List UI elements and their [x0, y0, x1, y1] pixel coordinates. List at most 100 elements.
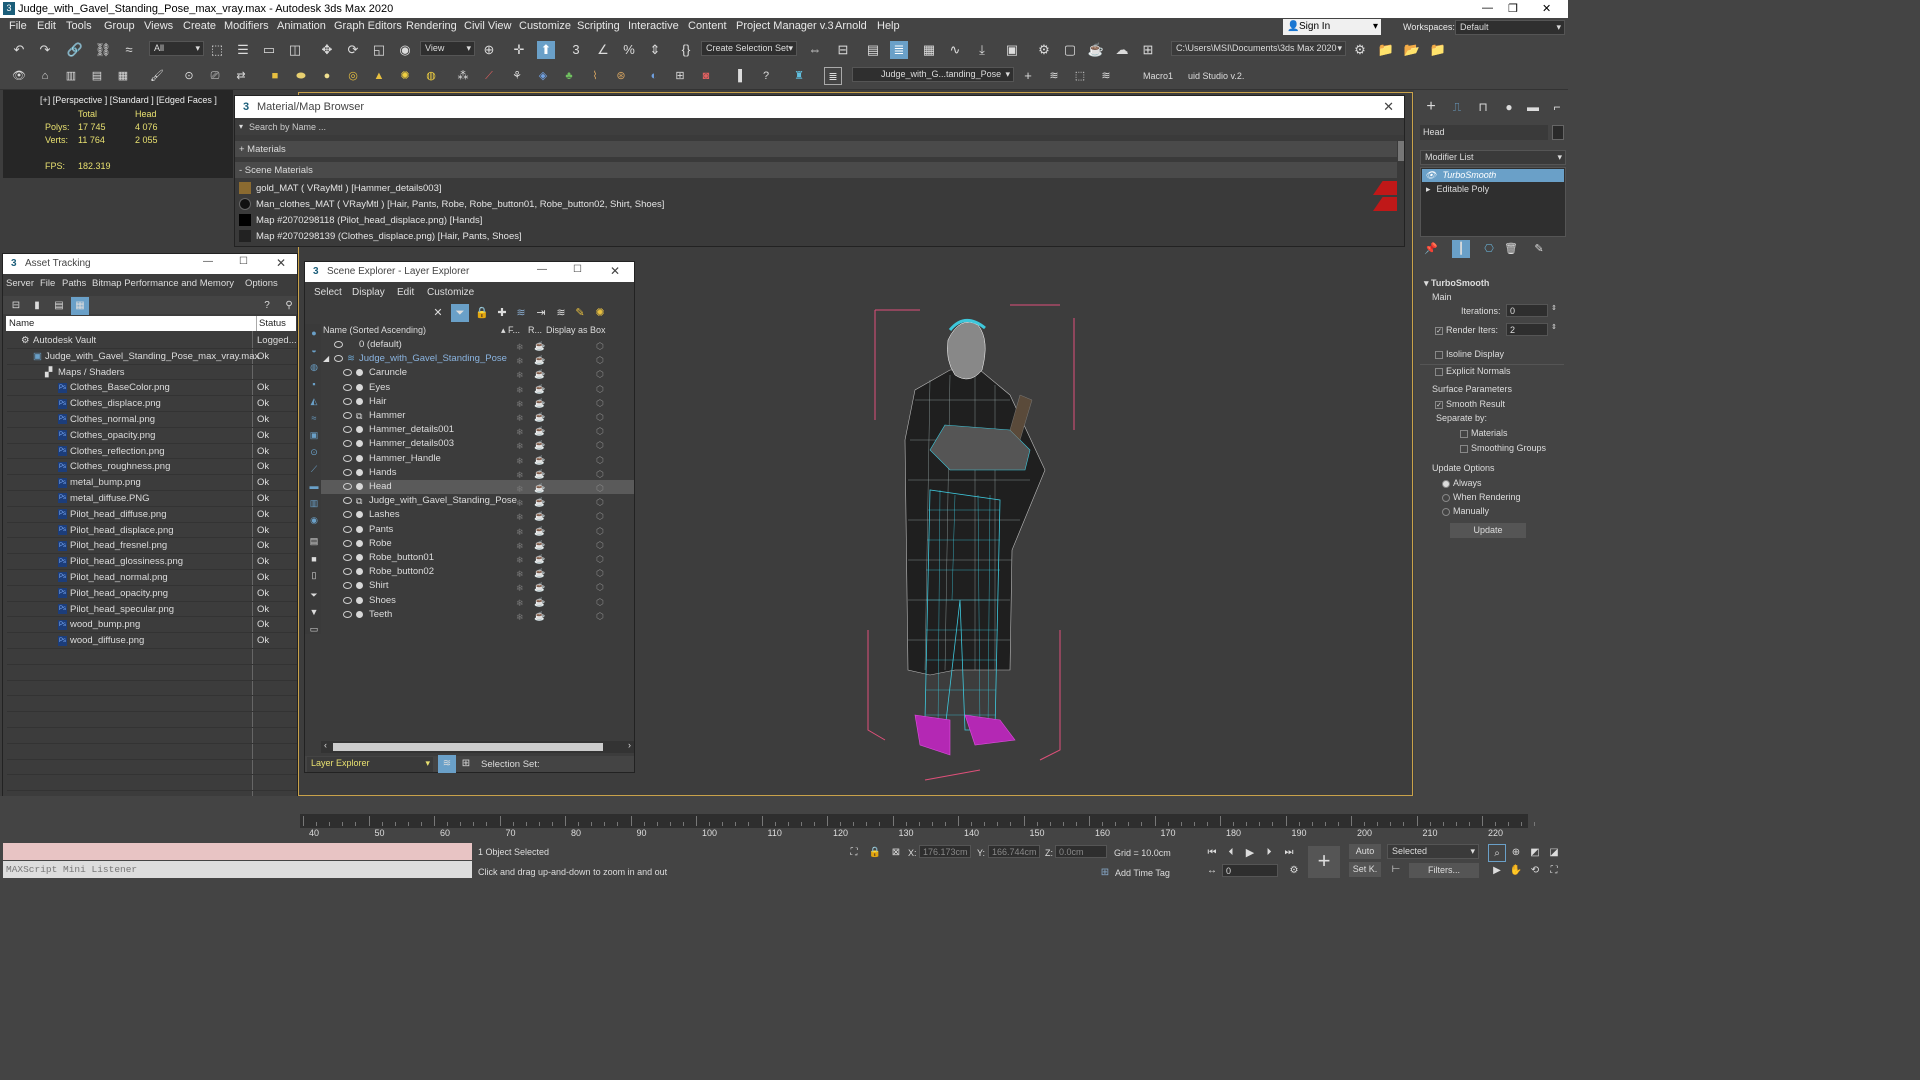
menu-file[interactable]: File: [40, 278, 55, 289]
eye-icon[interactable]: [343, 426, 352, 434]
reference-coordinate-dropdown[interactable]: View: [420, 41, 475, 56]
maximize-icon[interactable]: ☐: [239, 256, 248, 267]
visibility-icon[interactable]: 👁: [10, 67, 28, 85]
scene-object-row[interactable]: Shoes ❄ ☕ ⬡: [321, 594, 634, 608]
menu-graph-editors[interactable]: Graph Editors: [334, 20, 402, 32]
scene-horizontal-scrollbar[interactable]: ‹ ›: [321, 740, 634, 753]
helper-icon[interactable]: ⇄: [232, 67, 250, 85]
menu-project-manager[interactable]: Project Manager v.3: [736, 20, 834, 32]
render-icon[interactable]: ☕: [534, 538, 545, 552]
material-row[interactable]: Map #2070298118 (Pilot_head_displace.png…: [239, 213, 1397, 229]
redo-icon[interactable]: ↷: [36, 41, 54, 59]
rectangular-selection-icon[interactable]: ▭: [260, 41, 278, 59]
zoom-icon[interactable]: ⌕: [1488, 844, 1506, 862]
orbit-icon[interactable]: ⟲: [1526, 862, 1544, 880]
modifier-icon[interactable]: ⊙: [180, 67, 198, 85]
eye-icon[interactable]: [343, 525, 352, 533]
render-icon[interactable]: ☕: [534, 453, 545, 467]
render-icon[interactable]: ☕: [534, 580, 545, 594]
scene-object-row[interactable]: Hair ❄ ☕ ⬡: [321, 395, 634, 409]
modifier-stack-item[interactable]: ▸ Editable Poly: [1422, 183, 1564, 196]
asset-row-file[interactable]: Ps Pilot_head_fresnel.png Ok: [7, 538, 297, 555]
asset-row-file[interactable]: Ps Clothes_reflection.png Ok: [7, 444, 297, 460]
motion-tab-icon[interactable]: ●: [1500, 98, 1518, 116]
eye-icon[interactable]: [343, 369, 352, 377]
named-selection-sets-dropdown[interactable]: Create Selection Set: [701, 41, 797, 56]
sphere-icon[interactable]: ●: [318, 67, 336, 85]
column-frozen[interactable]: ▴ F...: [501, 324, 520, 337]
maximize-viewport-icon[interactable]: ⛶: [1545, 862, 1563, 880]
remove-modifier-icon[interactable]: 🗑: [1502, 240, 1520, 258]
menu-display[interactable]: Display: [352, 287, 385, 298]
menu-content[interactable]: Content: [688, 20, 727, 32]
render-iters-spinner[interactable]: 2: [1506, 323, 1548, 336]
list-icon[interactable]: ▤: [88, 67, 106, 85]
render-icon[interactable]: ☕: [534, 566, 545, 580]
layer-manager-icon[interactable]: ≣: [824, 67, 842, 85]
create-tab-icon[interactable]: +: [1422, 98, 1440, 116]
add-to-layer-icon[interactable]: ≋: [512, 304, 530, 322]
studio-label[interactable]: uid Studio v.2.: [1188, 71, 1244, 81]
material-row[interactable]: Map #2070298139 (Clothes_displace.png) […: [239, 229, 1397, 245]
eye-icon[interactable]: [334, 355, 343, 362]
z-coordinate-field[interactable]: 0.0cm: [1055, 845, 1107, 858]
scrollbar-thumb[interactable]: [333, 743, 603, 751]
render-frame-icon[interactable]: ◙: [697, 67, 715, 85]
absolute-mode-icon[interactable]: ⊠: [887, 844, 905, 862]
camera-icon[interactable]: ⎚: [206, 67, 224, 85]
modifier-stack-item[interactable]: 👁 TurboSmooth: [1422, 169, 1564, 182]
select-manipulate-icon[interactable]: ✛: [510, 41, 528, 59]
menu-options[interactable]: Options: [245, 278, 278, 289]
column-name[interactable]: Name: [9, 316, 34, 331]
material-row[interactable]: Man_clothes_MAT ( VRayMtl ) [Hair, Pants…: [239, 197, 1397, 213]
menu-group[interactable]: Group: [104, 20, 135, 32]
menu-server[interactable]: Server: [6, 278, 34, 289]
pan-icon[interactable]: ✋: [1507, 862, 1525, 880]
asset-row-file[interactable]: Ps wood_diffuse.png Ok: [7, 633, 297, 649]
list-view-icon[interactable]: ▮: [28, 297, 46, 315]
curve-editor-icon[interactable]: ∿: [946, 41, 964, 59]
viewport-ipr-icon[interactable]: ▐: [729, 67, 747, 85]
menu-edit[interactable]: Edit: [397, 287, 414, 298]
bone-icon[interactable]: ⟋: [480, 67, 498, 85]
asset-row-file[interactable]: Ps Pilot_head_glossiness.png Ok: [7, 554, 297, 570]
toggle-scene-explorer-icon[interactable]: ▤: [864, 41, 882, 59]
clear-icon[interactable]: ✕: [429, 304, 447, 322]
viewport-label[interactable]: [+] [Perspective ] [Standard ] [Edged Fa…: [40, 95, 217, 105]
y-coordinate-field[interactable]: 166.744cm: [988, 845, 1040, 858]
eye-icon[interactable]: [343, 596, 352, 604]
table-view-icon[interactable]: ▤: [50, 297, 68, 315]
box-icon[interactable]: ⬡: [596, 339, 604, 353]
scroll-left-icon[interactable]: ‹: [324, 740, 327, 750]
asset-row-file[interactable]: Ps Clothes_roughness.png Ok: [7, 459, 297, 476]
make-unique-icon[interactable]: ⎔: [1480, 240, 1498, 258]
menu-animation[interactable]: Animation: [277, 20, 326, 32]
material-search-input[interactable]: ▾ Search by Name ...: [235, 120, 1404, 135]
eye-icon[interactable]: [343, 511, 352, 519]
box-icon[interactable]: ⬡: [596, 353, 604, 367]
box-icon[interactable]: ⬡: [596, 524, 604, 538]
project-settings-icon[interactable]: ⚙: [1351, 41, 1369, 59]
pin-stack-icon[interactable]: 📌: [1422, 240, 1440, 258]
time-tag-icon[interactable]: ⊞: [1096, 864, 1114, 882]
box-icon[interactable]: ⬡: [596, 609, 604, 623]
render-icon[interactable]: ☕: [534, 382, 545, 396]
render-icon[interactable]: ☕: [534, 552, 545, 566]
close-icon[interactable]: ✕: [610, 264, 620, 278]
menu-file[interactable]: File: [9, 20, 27, 32]
utilities-tab-icon[interactable]: ⌐: [1548, 98, 1566, 116]
create-layer-icon[interactable]: ✚: [493, 304, 511, 322]
iterations-spinner[interactable]: 0: [1506, 304, 1548, 317]
render-icon[interactable]: ☕: [534, 424, 545, 438]
box-icon[interactable]: ■: [266, 67, 284, 85]
toggle-layer-explorer-icon[interactable]: ≣: [890, 41, 908, 59]
eye-icon[interactable]: [334, 341, 343, 348]
percent-snap-icon[interactable]: %: [620, 41, 638, 59]
pivot-center-icon[interactable]: ⊕: [480, 41, 498, 59]
undo-icon[interactable]: ↶: [10, 41, 28, 59]
sun-settings-icon[interactable]: ✺: [591, 304, 609, 322]
menu-create[interactable]: Create: [183, 20, 216, 32]
asset-row-file[interactable]: Ps Clothes_opacity.png Ok: [7, 428, 297, 444]
maximize-button[interactable]: ❐: [1508, 2, 1518, 15]
scene-object-row[interactable]: Robe_button02 ❄ ☕ ⬡: [321, 565, 634, 579]
